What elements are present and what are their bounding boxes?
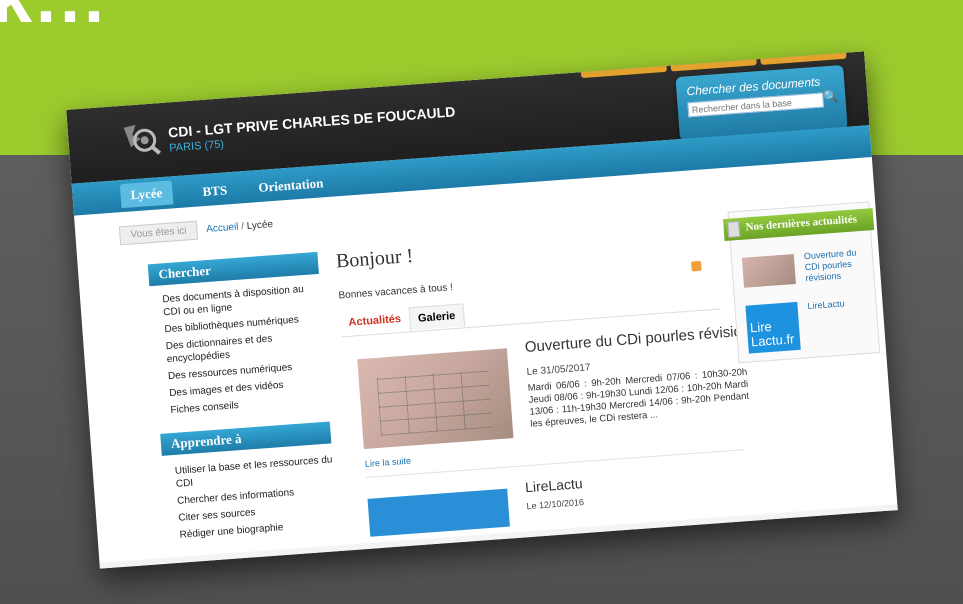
site-subtitle: PARIS (75) bbox=[168, 138, 225, 155]
document-icon bbox=[727, 220, 741, 238]
breadcrumb-here: Vous êtes ici bbox=[118, 220, 199, 246]
latest-news-box: Nos dernières actualités Ouverture du CD… bbox=[722, 201, 881, 364]
article-divider bbox=[365, 449, 745, 478]
article-date: Le 31/05/2017 bbox=[526, 362, 591, 378]
greeting-text: Bonnes vacances à tous ! bbox=[338, 282, 454, 302]
page-title: Bonjour ! bbox=[335, 244, 414, 273]
news-item-link[interactable]: Ouverture du CDi pourles révisions bbox=[804, 247, 870, 285]
sidebar-list-chercher: Des documents à disposition au CDI ou en… bbox=[162, 282, 331, 421]
site-title[interactable]: CDI - LGT PRIVE CHARLES DE FOUCAULD bbox=[168, 103, 456, 140]
news-thumbnail[interactable] bbox=[741, 254, 796, 288]
nav-item-lycee[interactable]: Lycée bbox=[119, 180, 174, 209]
rss-icon[interactable] bbox=[691, 260, 702, 272]
breadcrumb-current: Lycée bbox=[246, 219, 274, 232]
sidebar-heading-chercher: Chercher bbox=[147, 251, 319, 287]
article-date: Le 12/10/2016 bbox=[526, 497, 585, 512]
news-thumbnail-lirelactu[interactable]: Lire Lactu.fr bbox=[745, 301, 801, 354]
read-more-link[interactable]: Lire la suite bbox=[365, 456, 412, 469]
nav-item-orientation[interactable]: Orientation bbox=[248, 171, 335, 201]
breadcrumb-home-link[interactable]: Accueil bbox=[206, 222, 239, 235]
article-title[interactable]: Ouverture du CDi pourles révisions bbox=[524, 322, 758, 356]
latest-news-heading: Nos dernières actualités bbox=[722, 208, 875, 242]
news-thumb-text: Lactu.fr bbox=[750, 331, 795, 350]
slide-heading-fragment: k... bbox=[0, 0, 108, 34]
sidebar-heading-apprendre: Apprendre à bbox=[160, 421, 332, 456]
tab-galerie[interactable]: Galerie bbox=[408, 303, 466, 331]
website-screenshot-card: CDI - LGT PRIVE CHARLES DE FOUCAULD PARI… bbox=[66, 51, 898, 569]
nav-item-bts[interactable]: BTS bbox=[192, 178, 238, 205]
article-thumbnail[interactable] bbox=[357, 348, 514, 450]
article-thumbnail[interactable] bbox=[367, 488, 510, 537]
breadcrumb: Vous êtes ici Accueil / Lycée bbox=[118, 215, 274, 246]
article-excerpt: Mardi 06/06 : 9h-20h Mercredi 07/06 : 10… bbox=[527, 366, 750, 430]
article-title[interactable]: LireLactu bbox=[525, 475, 584, 495]
news-item-link[interactable]: LireLactu bbox=[807, 298, 845, 311]
breadcrumb-separator: / bbox=[240, 221, 245, 233]
search-icon[interactable]: 🔍 bbox=[823, 89, 839, 104]
latest-news-title: Nos dernières actualités bbox=[745, 213, 858, 234]
sidebar-list-apprendre: Utiliser la base et les ressources du CD… bbox=[175, 453, 341, 546]
magnifier-logo-icon bbox=[123, 124, 161, 155]
content-tabs: Actualités Galerie bbox=[339, 303, 466, 336]
